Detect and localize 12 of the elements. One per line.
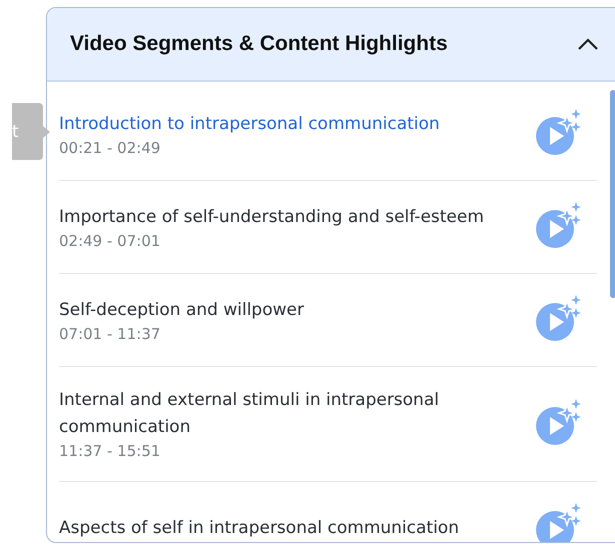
segment-time: 00:21 - 02:49 [59,138,162,158]
segment-title[interactable]: Aspects of self in intrapersonal communication [59,514,489,542]
segment-title[interactable]: Internal and external stimuli in intrapersonal communication [59,387,489,441]
segment-time: 11:37 - 15:51 [59,441,162,461]
segment-time: 02:49 - 07:01 [59,230,162,250]
segment-title[interactable]: Introduction to intrapersonal communication [59,110,489,138]
collapse-chevron-icon[interactable] [577,37,599,51]
segment-title[interactable]: Self-deception and willpower [59,296,489,324]
segment-title[interactable]: Importance of self-understanding and self-esteem [59,204,489,230]
panel-title: Video Segments & Content Highlights [70,32,448,56]
segment-time: 07:01 - 11:37 [59,324,162,344]
pointer-icon [43,126,50,138]
